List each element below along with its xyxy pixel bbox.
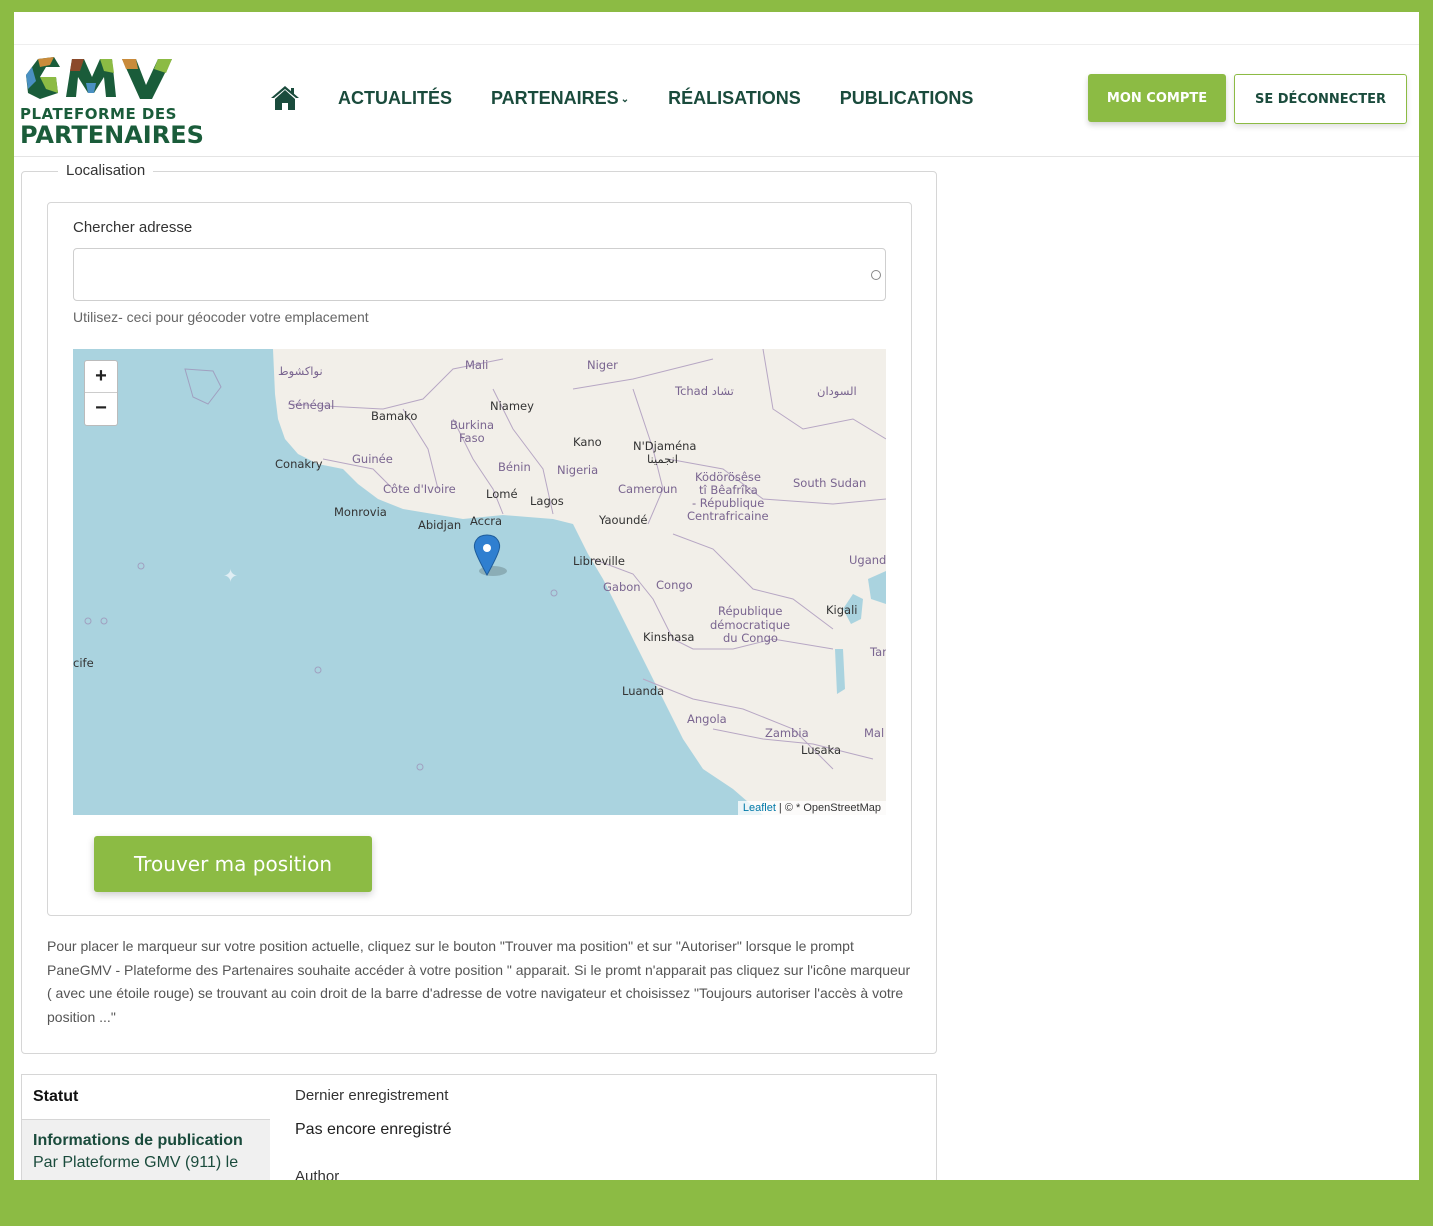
svg-text:Centrafricaine: Centrafricaine	[687, 509, 769, 523]
svg-text:نواكشوط: نواكشوط	[278, 364, 323, 379]
localisation-fieldset: Localisation Chercher adresse Utilisez- …	[21, 162, 937, 1054]
svg-text:Luanda: Luanda	[622, 684, 664, 698]
gmv-logo-icon	[26, 57, 172, 99]
nav-label: PUBLICATIONS	[839, 87, 974, 108]
svg-text:Lusaka: Lusaka	[801, 743, 841, 757]
nav-label: RÉALISATIONS	[668, 87, 801, 108]
location-help-text: Pour placer le marqueur sur votre positi…	[47, 938, 911, 1025]
osm-attribution: | © * OpenStreetMap	[775, 802, 881, 814]
search-address-label: Chercher adresse	[73, 219, 193, 236]
svg-text:Mali: Mali	[465, 358, 488, 372]
account-button[interactable]: MON COMPTE	[1088, 74, 1226, 122]
svg-text:du Congo: du Congo	[723, 631, 778, 645]
svg-text:Congo: Congo	[656, 578, 693, 592]
svg-text:Faso: Faso	[459, 431, 485, 445]
last-saved-value: Pas encore enregistré	[295, 1121, 452, 1138]
svg-text:Accra: Accra	[470, 514, 502, 528]
map[interactable]: ✦ Mali Niger Tchad تشاد السودان نواكشوط …	[73, 349, 886, 815]
loading-spinner-icon	[871, 270, 881, 280]
svg-text:Gabon: Gabon	[603, 580, 641, 594]
svg-text:Sénégal: Sénégal	[288, 398, 334, 412]
chevron-down-icon: ⌄	[620, 94, 630, 105]
svg-text:Kano: Kano	[573, 435, 602, 449]
svg-text:Libreville: Libreville	[573, 554, 625, 568]
site-header: PLATEFORME DES PARTENAIRES ACTUALITÉS PA…	[14, 44, 1419, 157]
svg-text:Côte d'Ivoire: Côte d'Ivoire	[383, 482, 456, 496]
svg-text:Lomé: Lomé	[486, 487, 518, 501]
nav-label: ACTUALITÉS	[338, 87, 452, 108]
svg-text:Niamey: Niamey	[490, 399, 534, 413]
leaflet-link[interactable]: Leaflet	[743, 802, 776, 814]
main-nav: ACTUALITÉS PARTENAIRES ⌄ RÉALISATIONS PUB…	[270, 83, 1012, 113]
author-label: Author	[295, 1168, 340, 1180]
svg-text:démocratique: démocratique	[710, 618, 790, 632]
svg-text:Niger: Niger	[587, 358, 618, 372]
svg-text:Tchad تشاد: Tchad تشاد	[674, 384, 734, 398]
svg-text:السودان: السودان	[817, 384, 857, 399]
tab-publication-info[interactable]: Informations de publication Par Platefor…	[22, 1119, 270, 1180]
svg-text:✦: ✦	[223, 566, 238, 587]
svg-text:Mal: Mal	[864, 726, 884, 740]
nav-item-realisations[interactable]: RÉALISATIONS	[668, 88, 801, 109]
svg-text:N'Djaména: N'Djaména	[633, 439, 696, 453]
nav-item-partenaires[interactable]: PARTENAIRES ⌄	[491, 88, 629, 109]
page-frame: PLATEFORME DES PARTENAIRES ACTUALITÉS PA…	[14, 12, 1419, 1180]
find-my-position-button[interactable]: Trouver ma position	[94, 836, 372, 892]
svg-text:Angola: Angola	[687, 712, 727, 726]
zoom-in-button[interactable]: +	[85, 361, 117, 393]
svg-text:cife: cife	[73, 656, 94, 670]
svg-text:Ködörösêse: Ködörösêse	[695, 470, 761, 484]
map-zoom-control: + −	[84, 360, 118, 426]
svg-text:Conakry: Conakry	[275, 457, 323, 471]
svg-text:Cameroun: Cameroun	[618, 482, 677, 496]
logout-button[interactable]: SE DÉCONNECTER	[1234, 74, 1407, 124]
map-attribution: Leaflet | © * OpenStreetMap	[737, 801, 886, 815]
svg-text:Bénin: Bénin	[498, 460, 531, 474]
nav-label: PARTENAIRES	[491, 87, 619, 108]
svg-text:Bamako: Bamako	[371, 409, 417, 423]
publication-info-byline: Par Plateforme GMV (911) le	[33, 1154, 239, 1171]
site-logo[interactable]: PLATEFORME DES PARTENAIRES	[20, 53, 204, 149]
home-icon[interactable]	[270, 85, 300, 111]
publication-info-title: Informations de publication	[33, 1132, 243, 1149]
svg-text:Burkina: Burkina	[450, 418, 494, 432]
svg-text:انجمينا: انجمينا	[647, 452, 678, 466]
map-tiles: ✦ Mali Niger Tchad تشاد السودان نواكشوط …	[73, 349, 886, 815]
svg-text:South Sudan: South Sudan	[793, 476, 866, 490]
geocode-hint: Utilisez- ceci pour géocoder votre empla…	[73, 309, 369, 325]
zoom-out-button[interactable]: −	[85, 393, 117, 424]
svg-text:Monrovia: Monrovia	[334, 505, 387, 519]
svg-text:Nigeria: Nigeria	[557, 463, 598, 477]
status-panel: Statut Informations de publication Par P…	[21, 1074, 937, 1180]
svg-text:Zambia: Zambia	[765, 726, 809, 740]
search-address-input[interactable]	[73, 248, 886, 301]
svg-text:Abidjan: Abidjan	[418, 518, 461, 532]
svg-text:Yaoundé: Yaoundé	[598, 513, 647, 527]
svg-text:Lagos: Lagos	[530, 494, 564, 508]
localisation-legend: Localisation	[58, 162, 154, 179]
svg-text:Tar: Tar	[869, 645, 886, 659]
tab-status[interactable]: Statut	[22, 1075, 270, 1119]
svg-text:Ugand: Ugand	[849, 553, 886, 567]
nav-item-actualites[interactable]: ACTUALITÉS	[338, 88, 452, 109]
geocoder-box: Chercher adresse Utilisez- ceci pour géo…	[47, 202, 912, 916]
svg-text:Kigali: Kigali	[826, 603, 857, 617]
svg-text:Kinshasa: Kinshasa	[643, 630, 694, 644]
nav-item-publications[interactable]: PUBLICATIONS	[840, 88, 974, 109]
svg-text:Guinée: Guinée	[352, 452, 393, 466]
svg-text:République: République	[718, 604, 783, 618]
svg-text:- République: - République	[692, 496, 764, 510]
last-saved-label: Dernier enregistrement	[295, 1087, 449, 1104]
logo-line-2: PARTENAIRES	[20, 121, 204, 149]
svg-text:tî Bêafrîka: tî Bêafrîka	[699, 483, 758, 497]
